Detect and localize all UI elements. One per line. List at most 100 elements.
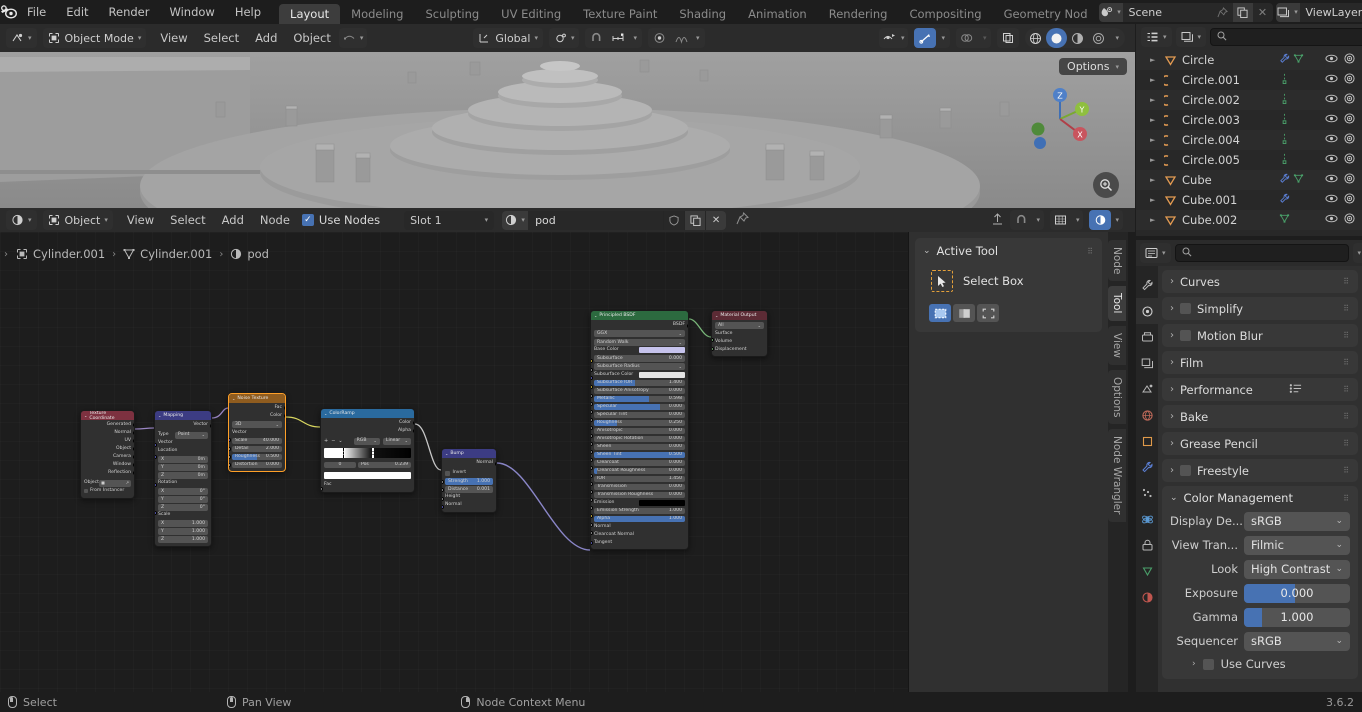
shader-menu-select[interactable]: Select <box>162 210 213 230</box>
breadcrumb-item[interactable]: Cylinder.001 <box>16 247 105 261</box>
node-property[interactable]: Sheen Tint 0.500 <box>594 451 685 458</box>
node-header[interactable]: ⌄ Material Output <box>712 311 767 320</box>
scene-close-icon[interactable]: ✕ <box>1252 2 1273 22</box>
node-socket[interactable] <box>591 402 593 406</box>
material-datablock[interactable]: ▾ pod ✕ <box>502 210 727 230</box>
visibility-eye-icon[interactable] <box>1325 213 1338 227</box>
properties-data-tab[interactable] <box>1136 558 1158 584</box>
node-socket[interactable] <box>591 359 593 363</box>
node-socket[interactable] <box>132 463 134 467</box>
sidebar-tab-node-wrangler[interactable]: Node Wrangler <box>1108 429 1126 522</box>
material-slot-selector[interactable]: Slot 1 ▾ <box>404 210 495 230</box>
outliner-row[interactable]: ► Circle.003 <box>1136 110 1362 130</box>
top-menu-file[interactable]: File <box>17 0 56 24</box>
top-menu-help[interactable]: Help <box>225 0 271 24</box>
node-property[interactable]: X 1.000 <box>158 520 208 527</box>
outliner-item-name[interactable]: Circle <box>1182 53 1279 67</box>
node-input-row[interactable]: Normal <box>594 524 685 531</box>
sidebar-tab-node[interactable]: Node <box>1108 240 1126 282</box>
cm-field-dropdown[interactable]: sRGB ⌄ <box>1244 631 1350 651</box>
outliner-item-name[interactable]: Circle.003 <box>1182 113 1279 127</box>
shader-menu-add[interactable]: Add <box>214 210 252 230</box>
node-output-row[interactable]: Window <box>84 462 131 469</box>
node-socket[interactable] <box>229 438 231 442</box>
subsurface-color-swatch[interactable] <box>639 371 685 378</box>
node-input-row[interactable]: Normal <box>445 502 493 509</box>
node-socket[interactable] <box>412 421 414 425</box>
workspace-tab-modeling[interactable]: Modeling <box>340 4 414 24</box>
node-input-row[interactable]: Rotation <box>158 480 208 487</box>
node-socket[interactable] <box>591 498 593 502</box>
node-property[interactable]: Sheen 0.000 <box>594 443 685 450</box>
node-socket[interactable] <box>591 531 593 535</box>
node-socket[interactable] <box>591 368 593 372</box>
node-socket[interactable] <box>155 455 157 459</box>
object-field-row[interactable]: Object ↗ <box>84 480 131 487</box>
node-color-ramp[interactable]: ⌄ ColorRamp Color Alpha + − ⌄ RGB ⌄ Linear ⌄ 0 Pos 0.… <box>320 408 415 493</box>
outliner-item-name[interactable]: Circle.004 <box>1182 133 1279 147</box>
outliner-search-input[interactable] <box>1210 28 1362 46</box>
node-property[interactable]: X 0° <box>158 488 208 495</box>
node-socket[interactable] <box>283 406 285 410</box>
node-property[interactable]: Z 1.000 <box>158 536 208 543</box>
workspace-tab-sculpting[interactable]: Sculpting <box>414 4 490 24</box>
chevron-down-icon[interactable]: ▾ <box>1115 34 1119 42</box>
properties-panel-freestyle[interactable]: › Freestyle ⠿ <box>1162 459 1358 482</box>
sidebar-tab-tool[interactable]: Tool <box>1108 286 1126 321</box>
node-editor-canvas[interactable]: ⌄ Texture Coordinate Generated Normal UV Obje… <box>0 232 908 692</box>
grip-icon[interactable]: ⠿ <box>1087 247 1094 256</box>
type-row[interactable]: Type Point ⌄ <box>158 431 208 439</box>
workspace-tab-compositing[interactable]: Compositing <box>898 4 992 24</box>
render-camera-icon[interactable] <box>1343 73 1356 87</box>
properties-options-chevron-down-icon[interactable]: ▾ <box>1352 243 1362 263</box>
node-socket[interactable] <box>155 511 157 515</box>
snap-magnet-icon[interactable] <box>585 28 607 48</box>
grip-icon[interactable]: ⠿ <box>1343 466 1350 475</box>
color-management-header[interactable]: ⌄ Color Management ⠿ <box>1170 491 1350 505</box>
disclosure-triangle-icon[interactable]: ► <box>1150 56 1164 64</box>
node-property[interactable]: Metallic 0.598 <box>594 395 685 402</box>
node-socket[interactable] <box>591 376 593 380</box>
properties-panel-curves[interactable]: › Curves ⠿ <box>1162 270 1358 293</box>
node-header[interactable]: ⌄ ColorRamp <box>321 409 414 418</box>
outliner-item-name[interactable]: Cube.002 <box>1182 213 1279 227</box>
node-property[interactable]: Z 0m <box>158 472 208 479</box>
node-property[interactable]: Strength 1.000 <box>445 478 493 485</box>
node-property[interactable]: Y 0° <box>158 496 208 503</box>
node-socket[interactable] <box>591 474 593 478</box>
extend-selection-icon[interactable] <box>953 304 975 322</box>
properties-search-field[interactable] <box>1196 246 1342 260</box>
render-camera-icon[interactable] <box>1343 113 1356 127</box>
grip-icon[interactable]: ⠿ <box>1343 331 1350 340</box>
viewport-menu-object[interactable]: Object <box>285 28 338 48</box>
active-tool-header[interactable]: ⌄ Active Tool ⠿ <box>923 244 1094 258</box>
node-output-row[interactable]: Fac <box>232 405 282 412</box>
properties-panel-bake[interactable]: › Bake ⠿ <box>1162 405 1358 428</box>
node-dropdown[interactable]: Random Walk ⌄ <box>594 338 685 346</box>
node-input-row[interactable]: Tangent <box>594 540 685 547</box>
node-property[interactable]: Distance 0.001 <box>445 486 493 493</box>
grip-icon[interactable]: ⠿ <box>1343 358 1350 367</box>
node-grid-icon[interactable] <box>1050 210 1072 230</box>
subsurface-radius-row[interactable]: Subsurface Radius ⌄ <box>594 363 685 370</box>
shader-type-selector[interactable]: Object ▾ <box>42 210 113 230</box>
node-socket[interactable] <box>442 497 444 501</box>
node-socket[interactable] <box>442 480 444 484</box>
node-socket[interactable] <box>591 490 593 494</box>
node-noise-texture[interactable]: ⌄ Noise Texture Fac Color 3D ⌄ Vector Scale 40.0… <box>228 393 286 472</box>
properties-object-tab[interactable] <box>1136 428 1158 454</box>
disclosure-triangle-icon[interactable]: ► <box>1150 116 1164 124</box>
node-property[interactable]: Anisotropic Rotation 0.000 <box>594 435 685 442</box>
shader-menu-view[interactable]: View <box>119 210 162 230</box>
properties-tool-tab[interactable] <box>1136 272 1158 298</box>
node-input-row[interactable]: Volume <box>715 339 764 346</box>
cm-field-slider[interactable]: 1.000 <box>1244 607 1350 627</box>
node-output-row[interactable]: Camera <box>84 454 131 461</box>
object-data-icon[interactable] <box>1279 73 1290 87</box>
node-property[interactable]: Roughness 0.500 <box>232 453 282 460</box>
base-color-row[interactable]: Base Color <box>594 347 685 354</box>
properties-output-tab[interactable] <box>1136 324 1158 350</box>
viewlayer-name[interactable]: ViewLayer <box>1299 2 1362 22</box>
cm-field-dropdown[interactable]: Filmic ⌄ <box>1244 535 1350 555</box>
chevron-down-icon[interactable]: ⌄ <box>84 413 87 418</box>
